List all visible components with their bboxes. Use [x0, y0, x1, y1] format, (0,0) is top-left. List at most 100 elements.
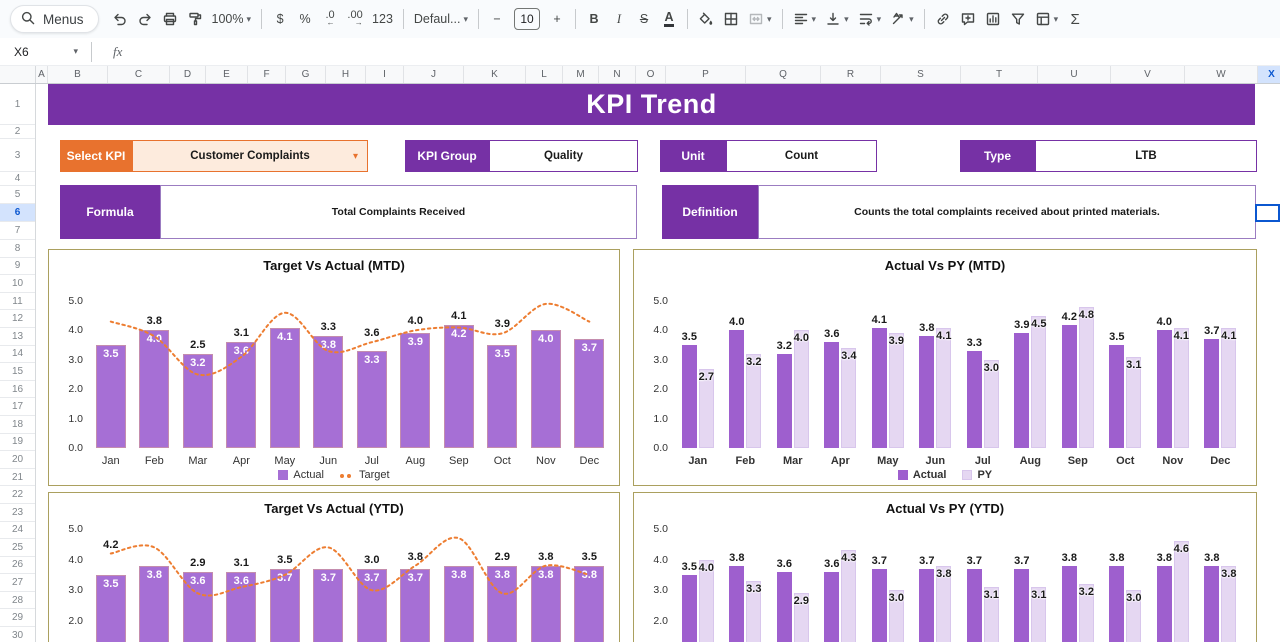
menus-pill[interactable]: Menus [10, 5, 99, 33]
text-color-button[interactable]: A [657, 6, 681, 32]
row-header-25[interactable]: 25 [0, 539, 35, 557]
row-header-2[interactable]: 2 [0, 125, 35, 139]
row-header-30[interactable]: 30 [0, 627, 35, 642]
column-header-C[interactable]: C [108, 66, 170, 83]
column-header-I[interactable]: I [366, 66, 404, 83]
decrease-font-size-button[interactable]: − [485, 6, 509, 32]
column-header-Q[interactable]: Q [746, 66, 821, 83]
row-header-8[interactable]: 8 [0, 240, 35, 258]
actual-vs-py-mtd-chart[interactable]: Actual Vs PY (MTD) 5.0 4.0 3.0 2.0 1.0 0.0 3.5 2… [633, 249, 1257, 486]
increase-font-size-button[interactable]: + [545, 6, 569, 32]
row-header-23[interactable]: 23 [0, 504, 35, 522]
column-header-V[interactable]: V [1111, 66, 1185, 83]
create-filter-button[interactable] [1006, 6, 1030, 32]
row-header-9[interactable]: 9 [0, 258, 35, 276]
row-header-24[interactable]: 24 [0, 522, 35, 540]
insert-link-button[interactable] [931, 6, 955, 32]
currency-format-button[interactable]: $ [268, 6, 292, 32]
name-box[interactable]: X6 ▾ [0, 45, 86, 59]
py-label: 3.0 [888, 592, 904, 605]
row-header-16[interactable]: 16 [0, 381, 35, 399]
selected-cell-x6[interactable] [1255, 204, 1280, 222]
more-formats-button[interactable]: 123 [368, 6, 397, 32]
column-header-L[interactable]: L [526, 66, 563, 83]
decrease-decimal-button[interactable]: .0 ← [318, 6, 342, 32]
row-header-11[interactable]: 11 [0, 293, 35, 311]
row-header-1[interactable]: 1 [0, 84, 35, 125]
undo-button[interactable] [108, 6, 132, 32]
grid-corner[interactable] [0, 66, 36, 83]
merge-cells-button[interactable]: ▾ [744, 6, 776, 32]
row-header-15[interactable]: 15 [0, 363, 35, 381]
py-bar-Aug [1031, 315, 1047, 448]
caret-down-icon: ▾ [463, 13, 468, 24]
increase-decimal-button[interactable]: .00 → [343, 6, 367, 32]
column-header-N[interactable]: N [599, 66, 636, 83]
borders-button[interactable] [719, 6, 743, 32]
column-header-G[interactable]: G [286, 66, 326, 83]
actual-bar-Aug [1014, 333, 1030, 448]
column-header-O[interactable]: O [636, 66, 666, 83]
row-header-20[interactable]: 20 [0, 451, 35, 469]
text-wrap-button[interactable]: ▾ [854, 6, 886, 32]
row-header-19[interactable]: 19 [0, 434, 35, 452]
column-header-X[interactable]: X [1258, 66, 1280, 83]
column-header-A[interactable]: A [36, 66, 48, 83]
row-header-17[interactable]: 17 [0, 398, 35, 416]
x-axis-label-Jul: Jul [974, 455, 991, 467]
italic-button[interactable]: I [607, 6, 631, 32]
select-kpi-dropdown[interactable]: Customer Complaints ▾ [132, 140, 368, 172]
fill-color-button[interactable] [694, 6, 718, 32]
target-vs-actual-ytd-chart[interactable]: Target Vs Actual (YTD)5.04.03.02.01.00.0… [48, 492, 620, 642]
row-header-4[interactable]: 4 [0, 172, 35, 186]
row-header-10[interactable]: 10 [0, 275, 35, 293]
bold-button[interactable]: B [582, 6, 606, 32]
redo-button[interactable] [133, 6, 157, 32]
column-header-U[interactable]: U [1038, 66, 1111, 83]
column-header-R[interactable]: R [821, 66, 881, 83]
row-header-26[interactable]: 26 [0, 557, 35, 575]
percent-format-button[interactable]: % [293, 6, 317, 32]
paint-format-button[interactable] [183, 6, 207, 32]
row-header-27[interactable]: 27 [0, 574, 35, 592]
actual-vs-py-ytd-chart[interactable]: Actual Vs PY (YTD)5.04.03.02.01.00.03.54… [633, 492, 1257, 642]
column-header-F[interactable]: F [248, 66, 286, 83]
row-header-7[interactable]: 7 [0, 222, 35, 240]
sheet-canvas[interactable]: KPI Trend Select KPI Customer Complaints… [36, 84, 1280, 642]
row-header-13[interactable]: 13 [0, 328, 35, 346]
row-header-3[interactable]: 3 [0, 139, 35, 172]
text-rotation-button[interactable]: ▾ [886, 6, 918, 32]
row-header-29[interactable]: 29 [0, 609, 35, 628]
insert-chart-button[interactable] [981, 6, 1005, 32]
column-header-W[interactable]: W [1185, 66, 1258, 83]
row-header-14[interactable]: 14 [0, 346, 35, 364]
row-header-21[interactable]: 21 [0, 469, 35, 487]
column-header-T[interactable]: T [961, 66, 1038, 83]
column-header-E[interactable]: E [206, 66, 248, 83]
row-header-12[interactable]: 12 [0, 310, 35, 328]
column-header-B[interactable]: B [48, 66, 108, 83]
row-header-28[interactable]: 28 [0, 592, 35, 610]
row-header-18[interactable]: 18 [0, 416, 35, 434]
column-header-P[interactable]: P [666, 66, 746, 83]
table-views-button[interactable]: ▾ [1031, 6, 1063, 32]
row-header-6[interactable]: 6 [0, 204, 35, 222]
vertical-align-button[interactable]: ▾ [821, 6, 853, 32]
column-header-D[interactable]: D [170, 66, 206, 83]
column-header-H[interactable]: H [326, 66, 366, 83]
font-select[interactable]: Defaul... ▾ [410, 6, 472, 32]
zoom-select[interactable]: 100% ▾ [208, 6, 256, 32]
font-size-input[interactable]: 10 [510, 6, 544, 32]
column-header-M[interactable]: M [563, 66, 599, 83]
functions-button[interactable]: Σ [1063, 6, 1087, 32]
column-header-K[interactable]: K [464, 66, 526, 83]
column-header-J[interactable]: J [404, 66, 464, 83]
insert-comment-button[interactable] [956, 6, 980, 32]
strikethrough-button[interactable]: S [632, 6, 656, 32]
row-header-22[interactable]: 22 [0, 486, 35, 504]
column-header-S[interactable]: S [881, 66, 961, 83]
print-button[interactable] [158, 6, 182, 32]
row-header-5[interactable]: 5 [0, 186, 35, 204]
horizontal-align-button[interactable]: ▾ [789, 6, 821, 32]
target-vs-actual-mtd-chart[interactable]: Target Vs Actual (MTD) 5.0 4.0 3.0 2.0 1.0 0.0… [48, 249, 620, 486]
